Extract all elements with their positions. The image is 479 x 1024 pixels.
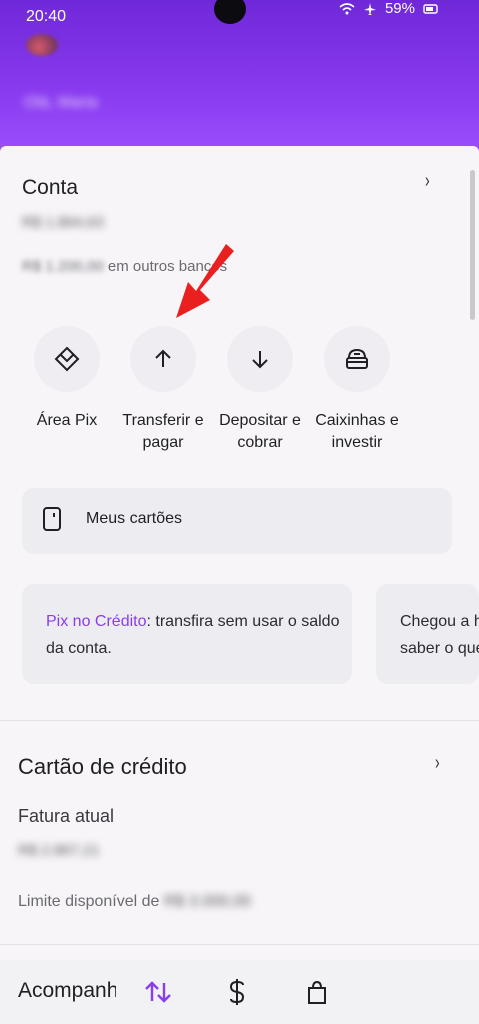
camera-cutout [214, 0, 246, 24]
battery-percent: 59% [384, 0, 415, 17]
acompanhe-label[interactable]: Acompanhe [18, 979, 116, 1003]
action-label: Transferir e pagar [122, 412, 204, 451]
section-divider [0, 720, 479, 721]
arrows-swap-icon [145, 981, 171, 1003]
card-icon [43, 507, 61, 531]
action-transferir[interactable]: Transferir e pagar [115, 326, 211, 454]
action-circle[interactable] [324, 326, 390, 392]
promo-highlight: Pix no Crédito [46, 613, 147, 630]
dollar-icon [229, 979, 245, 1005]
red-arrow-annotation [176, 244, 234, 318]
promo-text: Pix no Crédito: transfira sem usar o sal… [46, 608, 352, 662]
action-circle[interactable] [34, 326, 100, 392]
nav-transactions[interactable] [140, 974, 176, 1010]
shopping-bag-icon [308, 980, 326, 1004]
greeting: Olá, Maria [24, 94, 98, 111]
action-label: Depositar e cobrar [219, 412, 301, 451]
other-banks-value: R$ 1.200,00 [22, 258, 104, 275]
fatura-value: R$ 2.867,21 [18, 842, 100, 859]
nav-money[interactable] [219, 974, 255, 1010]
limite-label: Limite disponível de [18, 893, 160, 910]
conta-title[interactable]: Conta [22, 176, 78, 200]
section-divider [0, 944, 479, 945]
airplane-icon [363, 2, 376, 15]
arrow-up-icon [155, 349, 171, 367]
account-balance: R$ 1.864,63 [22, 214, 104, 231]
promo-card-pix-credito[interactable]: Pix no Crédito: transfira sem usar o sal… [22, 584, 352, 684]
wifi-icon [339, 2, 355, 14]
nav-shopping[interactable] [299, 974, 335, 1010]
meus-cartoes-button[interactable]: Meus cartões [22, 488, 452, 554]
promo-text: Chegou a hora de saber o que fazer [400, 613, 479, 657]
promo-card-second[interactable]: Chegou a hora de saber o que fazer [376, 584, 479, 684]
limite-disponivel: Limite disponível de R$ 3.000,00 [18, 893, 251, 911]
chevron-right-icon[interactable]: › [425, 170, 430, 193]
limite-value: R$ 3.000,00 [163, 893, 252, 910]
bottom-nav: Acompanhe [0, 960, 479, 1024]
pix-icon [54, 346, 80, 372]
scrollbar[interactable] [470, 170, 475, 320]
avatar[interactable] [26, 34, 58, 56]
action-circle[interactable] [227, 326, 293, 392]
piggy-box-icon [346, 348, 368, 369]
action-label: Caixinhas e investir [315, 412, 399, 451]
action-caixinhas[interactable]: Caixinhas e investir [309, 326, 405, 454]
status-time: 20:40 [26, 8, 67, 25]
status-icons: 59% [339, 0, 439, 17]
arrow-down-icon [252, 351, 268, 369]
action-circle[interactable] [130, 326, 196, 392]
meus-cartoes-label: Meus cartões [86, 510, 183, 527]
chevron-right-icon[interactable]: › [435, 752, 440, 775]
action-depositar[interactable]: Depositar e cobrar [212, 326, 308, 454]
action-label: Área Pix [36, 412, 98, 429]
action-area-pix[interactable]: Área Pix [19, 326, 115, 432]
status-bar: 20:40 59% [0, 0, 479, 34]
credit-card-title[interactable]: Cartão de crédito [18, 754, 187, 780]
battery-icon [423, 3, 438, 14]
fatura-label: Fatura atual [18, 806, 115, 826]
